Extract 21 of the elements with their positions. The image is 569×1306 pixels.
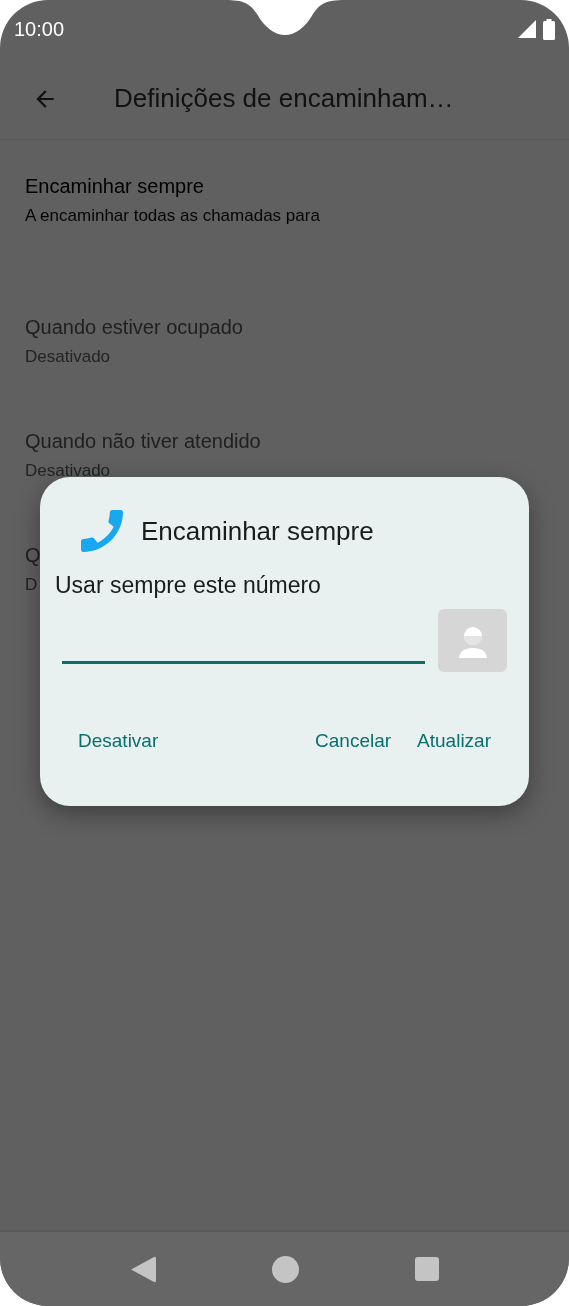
- setting-title: Q: [25, 543, 41, 568]
- setting-summary: Desativado: [25, 460, 111, 482]
- setting-title: Quando não tiver atendido: [25, 429, 261, 454]
- home-icon[interactable]: [271, 1255, 299, 1283]
- phone-icon: [80, 510, 124, 552]
- status-time: 10:00: [14, 17, 65, 41]
- setting-title[interactable]: Encaminhar sempre: [25, 173, 204, 199]
- signal-icon: [518, 20, 536, 38]
- dialog-title: Encaminhar sempre: [141, 515, 374, 547]
- recents-icon[interactable]: [414, 1257, 439, 1281]
- setting-summary: Desativado: [25, 346, 111, 368]
- back-icon[interactable]: [130, 1255, 156, 1283]
- screen-title: Definições de encaminham…: [114, 83, 454, 114]
- battery-icon: [543, 18, 555, 40]
- field-label: Usar sempre este número: [55, 572, 322, 599]
- dialog-button[interactable]: Atualizar: [405, 720, 503, 762]
- dialog-button[interactable]: Desativar: [66, 720, 171, 762]
- setting-summary: A encaminhar todas as chamadas para: [25, 205, 320, 227]
- setting-summary: D: [25, 574, 38, 596]
- dialog-button[interactable]: Cancelar: [303, 720, 404, 762]
- setting-title: Quando estiver ocupado: [25, 315, 243, 340]
